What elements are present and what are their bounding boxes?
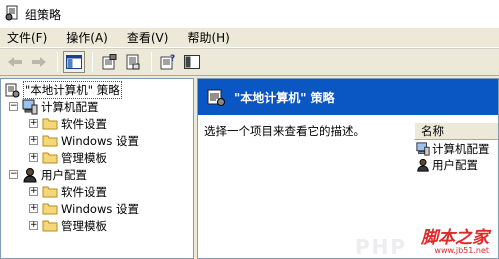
- menu-bar: 文件(F) 操作(A) 查看(V) 帮助(H): [0, 28, 499, 48]
- toolbar-separator: [57, 52, 58, 72]
- policy-scroll-icon: [5, 83, 20, 97]
- folder-icon: [42, 203, 58, 215]
- tree-label: "本地计算机" 策略: [23, 80, 122, 99]
- tree-label: 软件设置: [61, 184, 107, 199]
- show-hide-tree-button[interactable]: [63, 51, 85, 73]
- tree-item-software-settings[interactable]: + 软件设置: [29, 183, 107, 200]
- export-list-icon: [126, 54, 140, 70]
- expand-toggle[interactable]: +: [29, 221, 38, 230]
- back-arrow-icon: [8, 57, 22, 67]
- tree-item-local-computer-policy[interactable]: "本地计算机" 策略: [4, 80, 122, 99]
- export-list-button[interactable]: [122, 51, 144, 73]
- expand-toggle[interactable]: +: [29, 153, 38, 162]
- expand-toggle[interactable]: +: [29, 119, 38, 128]
- collapse-toggle[interactable]: −: [9, 170, 18, 179]
- properties-button[interactable]: [98, 51, 120, 73]
- computer-icon: [22, 99, 38, 114]
- menu-file[interactable]: 文件(F): [4, 28, 50, 47]
- folder-icon: [42, 135, 58, 147]
- tree-label: 计算机配置: [41, 99, 99, 114]
- folder-icon: [42, 186, 58, 198]
- back-button[interactable]: [4, 51, 26, 73]
- help-icon: ?: [160, 54, 175, 70]
- user-icon: [23, 167, 37, 182]
- tree-item-admin-templates[interactable]: + 管理模板: [29, 217, 107, 234]
- window-title: 组策略: [25, 7, 62, 22]
- tree-label: Windows 设置: [61, 201, 139, 216]
- show-pane-icon: [184, 55, 200, 69]
- tree-item-windows-settings[interactable]: + Windows 设置: [29, 132, 139, 149]
- watermark: 脚本之家 www.jb51.net: [421, 223, 489, 255]
- computer-icon: [416, 142, 430, 156]
- toolbar-separator: [151, 52, 152, 72]
- watermark-text: 脚本之家: [421, 228, 489, 248]
- list-item-computer-config[interactable]: 计算机配置: [416, 141, 490, 157]
- list-item-label: 计算机配置: [432, 142, 490, 156]
- folder-icon: [42, 220, 58, 232]
- menu-view[interactable]: 查看(V): [124, 28, 172, 47]
- forward-button[interactable]: [28, 51, 50, 73]
- tree-item-software-settings[interactable]: + 软件设置: [29, 115, 107, 132]
- user-icon: [417, 158, 429, 172]
- folder-icon: [42, 152, 58, 164]
- tree-item-user-config[interactable]: − 用户配置: [9, 166, 87, 183]
- menu-help[interactable]: 帮助(H): [184, 28, 232, 47]
- tree-item-windows-settings[interactable]: + Windows 设置: [29, 200, 139, 217]
- menu-action[interactable]: 操作(A): [63, 28, 111, 47]
- tree-label: Windows 设置: [61, 133, 139, 148]
- toolbar-separator: [92, 52, 93, 72]
- expand-toggle[interactable]: +: [29, 187, 38, 196]
- list-item-user-config[interactable]: 用户配置: [416, 157, 478, 173]
- show-hide-tree-icon: [66, 55, 82, 69]
- watermark-faint-text: PHP: [355, 235, 408, 259]
- toolbar: ?: [0, 48, 499, 76]
- list-item-label: 用户配置: [432, 158, 478, 172]
- tree-label: 管理模板: [61, 150, 107, 165]
- column-header-name[interactable]: 名称: [414, 122, 498, 140]
- console-tree-pane: "本地计算机" 策略 − 计算机配置 + 软件设置 + Windows 设置 +…: [0, 78, 194, 259]
- collapse-toggle[interactable]: −: [9, 102, 18, 111]
- details-header-title: "本地计算机" 策略: [234, 90, 335, 105]
- details-header: "本地计算机" 策略: [198, 79, 498, 115]
- expand-toggle[interactable]: +: [29, 136, 38, 145]
- svg-text:?: ?: [170, 54, 175, 64]
- show-pane-button[interactable]: [181, 51, 203, 73]
- expand-toggle[interactable]: +: [29, 204, 38, 213]
- folder-icon: [42, 118, 58, 130]
- tree-label: 软件设置: [61, 116, 107, 131]
- help-button[interactable]: ?: [157, 51, 179, 73]
- tree-item-computer-config[interactable]: − 计算机配置: [9, 98, 99, 115]
- group-policy-icon: [4, 5, 20, 24]
- tree-item-admin-templates[interactable]: + 管理模板: [29, 149, 107, 166]
- tree-label: 管理模板: [61, 218, 107, 233]
- description-text: 选择一个项目来查看它的描述。: [204, 124, 365, 138]
- properties-icon: [102, 54, 117, 70]
- forward-arrow-icon: [32, 57, 46, 67]
- tree-label: 用户配置: [41, 167, 87, 182]
- policy-scroll-icon: [207, 89, 225, 106]
- title-bar: 组策略: [0, 0, 499, 28]
